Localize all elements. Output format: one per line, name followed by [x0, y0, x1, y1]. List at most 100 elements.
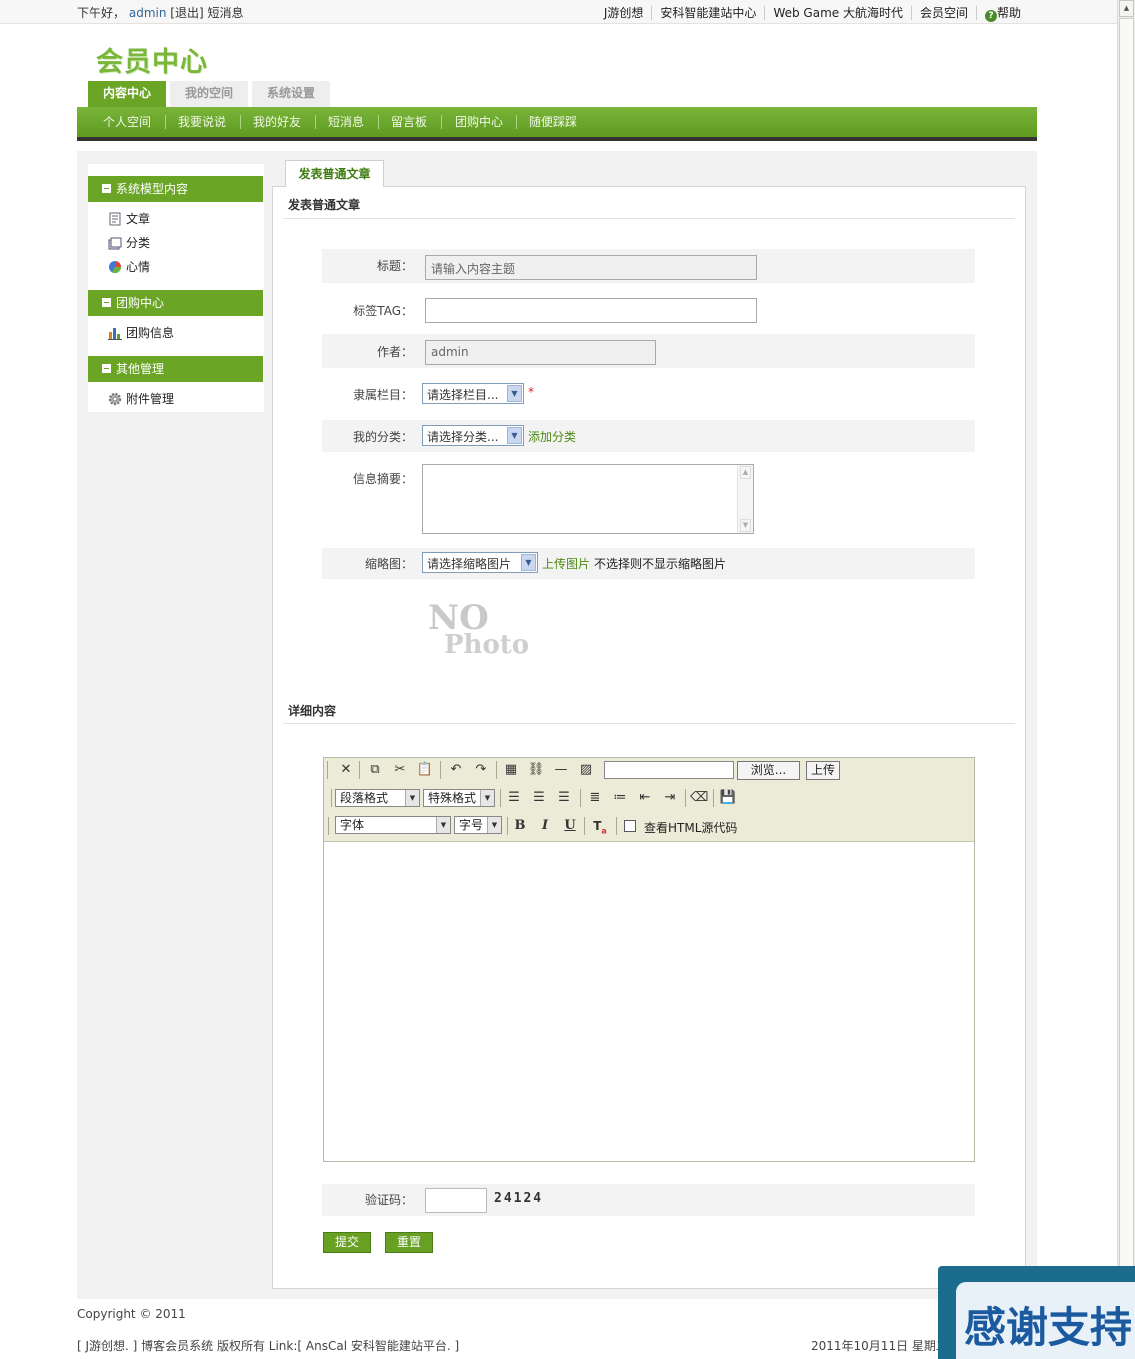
upload-file-input[interactable] — [604, 761, 734, 779]
thumbnail-note: 不选择则不显示缩略图片 — [594, 557, 727, 571]
chevron-down-icon: ▼ — [507, 427, 522, 444]
no-photo-placeholder: NO Photo — [428, 598, 638, 690]
messages-link[interactable]: 短消息 — [207, 6, 243, 20]
subnav-browse[interactable]: 随便踩踩 — [529, 113, 577, 130]
align-center-icon[interactable]: ☰ — [530, 789, 548, 807]
bold-button[interactable]: B — [511, 817, 529, 835]
ordered-list-icon[interactable]: ≣ — [586, 789, 604, 807]
paragraph-format-select[interactable]: 段落格式 ▼ — [335, 789, 420, 807]
thumbnail-select[interactable]: 请选择缩略图片 ▼ — [422, 552, 538, 573]
tag-input[interactable] — [425, 298, 757, 323]
thanks-banner[interactable]: 感谢支持 — [938, 1266, 1135, 1359]
top-link-member-space[interactable]: 会员空间 — [910, 6, 976, 20]
sub-navigation: 个人空间 我要说说 我的好友 短消息 留言板 团购中心 随便踩踩 — [77, 107, 1037, 141]
table-icon[interactable]: ▦ — [502, 761, 520, 779]
author-input[interactable]: admin — [425, 340, 656, 365]
close-icon[interactable]: ✕ — [337, 761, 355, 779]
add-category-link[interactable]: 添加分类 — [528, 428, 576, 445]
upload-button[interactable]: 上传 — [806, 761, 840, 780]
outdent-icon[interactable]: ⇤ — [636, 789, 654, 807]
sidebar-item-attachments[interactable]: 附件管理 — [108, 390, 174, 408]
footer-info: [ J游创想. ] 博客会员系统 版权所有 Link:[ AnsCal 安科智能… — [77, 1339, 460, 1353]
copy-icon[interactable]: ⧉ — [366, 761, 384, 779]
insert-image-icon[interactable]: ▨ — [577, 761, 595, 779]
sidebar-item-category[interactable]: 分类 — [108, 234, 150, 252]
browse-button[interactable]: 浏览... — [737, 761, 800, 780]
vertical-scrollbar[interactable]: ▲ ▼ — [1117, 0, 1135, 1359]
column-select[interactable]: 请选择栏目... ▼ — [422, 383, 524, 404]
category-select[interactable]: 请选择分类... ▼ — [422, 425, 524, 446]
text-color-icon[interactable]: Ta — [591, 817, 609, 835]
unordered-list-icon[interactable]: ≔ — [611, 789, 629, 807]
sidebar-item-mood[interactable]: 心情 — [108, 258, 150, 276]
subnav-group-buy[interactable]: 团购中心 — [455, 113, 503, 130]
thumbnail-label: 缩略图： — [364, 557, 413, 571]
align-right-icon[interactable]: ☰ — [555, 789, 573, 807]
submit-button[interactable]: 提交 — [323, 1232, 371, 1253]
tab-content-center[interactable]: 内容中心 — [88, 81, 166, 107]
italic-button[interactable]: I — [536, 817, 554, 835]
summary-textarea[interactable]: ▲ ▼ — [422, 464, 754, 534]
required-mark: * — [528, 385, 534, 399]
redo-icon[interactable]: ↷ — [472, 761, 490, 779]
sidebar-group-other[interactable]: 其他管理 — [88, 356, 263, 382]
horizontal-rule-icon[interactable]: — — [552, 761, 570, 779]
view-source-checkbox[interactable] — [624, 820, 636, 832]
subnav-personal-space[interactable]: 个人空间 — [103, 113, 151, 130]
reset-button[interactable]: 重置 — [385, 1232, 433, 1253]
cut-icon[interactable]: ✂ — [391, 761, 409, 779]
sidebar-item-label: 分类 — [126, 236, 151, 250]
tab-system-settings[interactable]: 系统设置 — [252, 81, 330, 107]
tab-publish-article[interactable]: 发表普通文章 — [285, 160, 384, 187]
scroll-up-icon[interactable]: ▲ — [740, 466, 751, 479]
underline-button[interactable]: U — [561, 817, 579, 835]
form-row-bg — [322, 420, 975, 452]
textarea-scrollbar[interactable]: ▲ ▼ — [737, 465, 753, 533]
scroll-down-icon[interactable]: ▼ — [740, 519, 751, 532]
captcha-input[interactable] — [425, 1188, 487, 1213]
undo-icon[interactable]: ↶ — [447, 761, 465, 779]
web-link-icon[interactable]: ⛓ — [527, 761, 545, 779]
paragraph-format-value: 段落格式 — [340, 791, 389, 805]
top-bar: 下午好， admin [退出] 短消息 J游创想 安科智能建站中心 Web Game… — [0, 0, 1117, 24]
article-icon — [109, 212, 121, 226]
sidebar-item-group-buy-info[interactable]: 团购信息 — [108, 324, 174, 342]
special-format-select[interactable]: 特殊格式 ▼ — [423, 789, 495, 807]
upload-image-link[interactable]: 上传图片 — [542, 555, 590, 572]
align-left-icon[interactable]: ☰ — [505, 789, 523, 807]
logout-link[interactable]: [退出] — [170, 6, 203, 20]
chevron-down-icon: ▼ — [436, 817, 450, 833]
top-link-ansoft[interactable]: 安科智能建站中心 — [651, 6, 765, 20]
paste-icon[interactable]: 📋 — [416, 761, 434, 779]
rich-text-editor: ✕ ⧉ ✂ 📋 ↶ ↷ ▦ ⛓ — ▨ 浏览... 上传 段落格式 ▼ 特殊格式 ▼… — [323, 757, 975, 1162]
indent-icon[interactable]: ⇥ — [661, 789, 679, 807]
eraser-icon[interactable]: ⌫ — [690, 789, 708, 807]
font-size-select[interactable]: 字号 ▼ — [454, 816, 502, 834]
captcha-image[interactable]: 24124 — [494, 1191, 543, 1206]
save-icon[interactable]: 💾 — [719, 789, 737, 807]
greeting-area: 下午好， admin [退出] 短消息 — [77, 4, 244, 21]
view-source-label: 查看HTML源代码 — [644, 821, 738, 835]
tag-label: 标签TAG： — [353, 304, 413, 318]
scroll-up-icon[interactable]: ▲ — [1119, 0, 1134, 17]
top-link-jyou[interactable]: J游创想 — [596, 6, 652, 20]
username-link[interactable]: admin — [129, 6, 167, 20]
title-label: 标题： — [376, 259, 413, 273]
subnav-say[interactable]: 我要说说 — [178, 113, 226, 130]
scroll-thumb[interactable] — [1119, 18, 1134, 1338]
subnav-friends[interactable]: 我的好友 — [253, 113, 301, 130]
thanks-text: 感谢支持 — [964, 1303, 1133, 1352]
subnav-guestbook[interactable]: 留言板 — [391, 113, 427, 130]
subnav-messages[interactable]: 短消息 — [328, 113, 364, 130]
help-link[interactable]: ? 帮助 — [975, 6, 1029, 22]
sidebar-item-article[interactable]: 文章 — [108, 210, 150, 228]
toolbar-divider — [359, 761, 360, 779]
sidebar-group-group-buy[interactable]: 团购中心 — [88, 290, 263, 316]
font-select[interactable]: 字体 ▼ — [335, 816, 451, 834]
title-input[interactable]: 请输入内容主题 — [425, 255, 757, 280]
tab-my-space[interactable]: 我的空间 — [170, 81, 248, 107]
editor-body[interactable] — [324, 843, 974, 1161]
sidebar-group-label: 其他管理 — [116, 362, 165, 376]
top-link-webgame[interactable]: Web Game 大航海时代 — [764, 6, 911, 20]
sidebar-group-system-model[interactable]: 系统模型内容 — [88, 176, 263, 202]
